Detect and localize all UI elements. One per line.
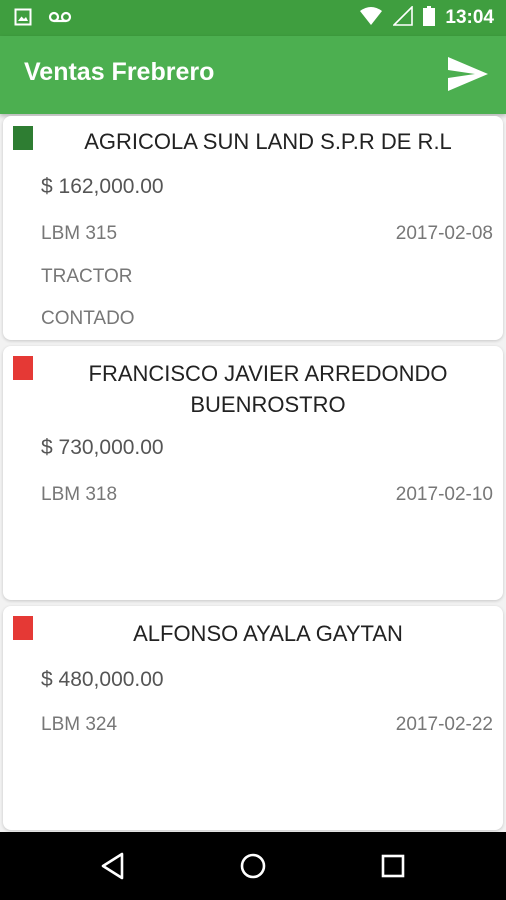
- back-button[interactable]: [93, 846, 133, 886]
- status-bar-system: 13:04: [359, 4, 494, 31]
- battery-icon: [423, 5, 436, 31]
- wifi-icon: [359, 6, 383, 31]
- sale-card[interactable]: ALFONSO AYALA GAYTAN $ 480,000.00 LBM 32…: [3, 606, 503, 830]
- page-title: Ventas Frebrero: [24, 58, 215, 86]
- status-bar: 13:04: [0, 0, 506, 36]
- client-name: ALFONSO AYALA GAYTAN: [133, 621, 403, 646]
- client-name: AGRICOLA SUN LAND S.P.R DE R.L: [84, 129, 452, 154]
- home-button[interactable]: [233, 846, 273, 886]
- sale-date: 2017-02-22: [395, 714, 493, 735]
- signal-icon: [392, 4, 414, 31]
- status-marker-red: [13, 356, 33, 380]
- status-marker-green: [13, 126, 33, 150]
- client-name: FRANCISCO JAVIER ARREDONDO BUENROSTRO: [88, 361, 448, 417]
- home-icon: [240, 853, 266, 879]
- send-icon: [448, 57, 488, 91]
- status-marker-red: [13, 616, 33, 640]
- recents-icon: [381, 854, 405, 878]
- voicemail-icon: [48, 10, 72, 29]
- sale-amount: $ 480,000.00: [41, 668, 164, 691]
- status-bar-notifications: [14, 8, 72, 31]
- sale-amount: $ 162,000.00: [41, 175, 164, 198]
- send-button[interactable]: [446, 52, 490, 96]
- sale-amount: $ 730,000.00: [41, 436, 164, 459]
- sale-card[interactable]: AGRICOLA SUN LAND S.P.R DE R.L $ 162,000…: [3, 116, 503, 340]
- app-bar: Ventas Frebrero: [0, 36, 506, 114]
- sale-card[interactable]: FRANCISCO JAVIER ARREDONDO BUENROSTRO $ …: [3, 346, 503, 600]
- recents-button[interactable]: [373, 846, 413, 886]
- status-time: 13:04: [445, 7, 494, 28]
- back-icon: [101, 852, 124, 880]
- image-notification-icon: [14, 8, 32, 31]
- sale-code: LBM 324: [41, 714, 118, 735]
- sale-date: 2017-02-08: [395, 223, 493, 244]
- sale-code: LBM 318: [41, 484, 118, 505]
- sale-code: LBM 315: [41, 223, 118, 244]
- navigation-bar: [0, 832, 506, 900]
- sale-product: TRACTOR: [41, 266, 133, 287]
- sale-payment: CONTADO: [41, 308, 135, 329]
- sale-date: 2017-02-10: [395, 484, 493, 505]
